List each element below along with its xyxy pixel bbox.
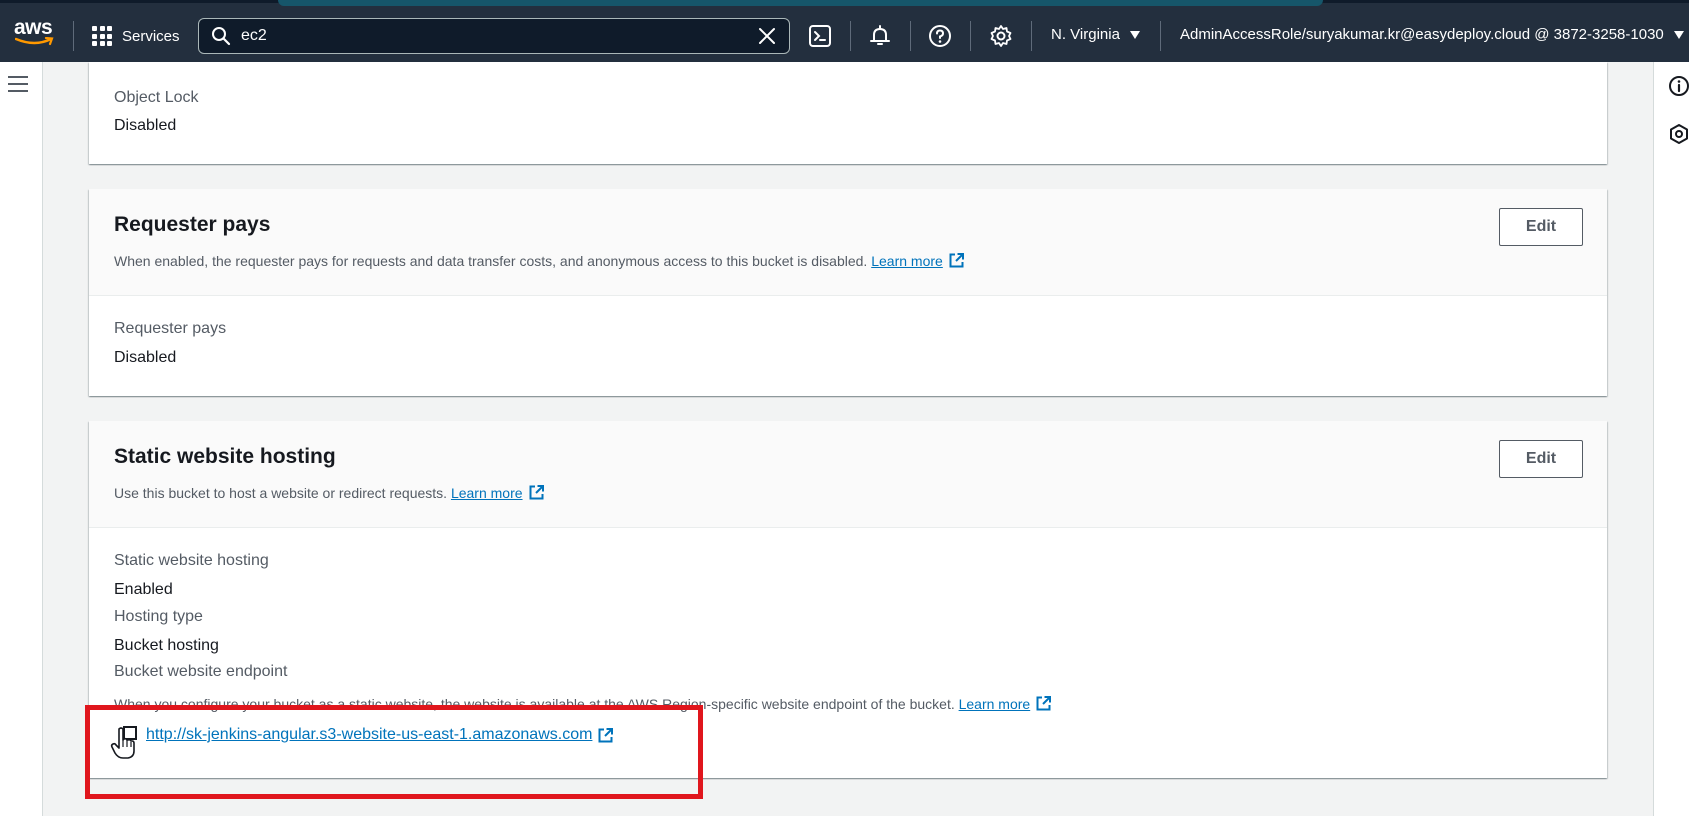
- nav-separator: [1031, 21, 1032, 51]
- feedback-icon[interactable]: [1668, 123, 1689, 145]
- bucket-endpoint-label: Bucket website endpoint: [114, 663, 288, 680]
- cloudshell-icon[interactable]: [808, 24, 832, 48]
- static-hosting-edit-button[interactable]: Edit: [1499, 440, 1583, 478]
- static-hosting-header: Static website hosting Use this bucket t…: [89, 421, 1607, 528]
- notifications-icon[interactable]: [868, 24, 892, 48]
- aws-logo-text: aws: [14, 16, 53, 39]
- external-link-icon: [598, 727, 614, 742]
- requester-pays-edit-button[interactable]: Edit: [1499, 208, 1583, 246]
- static-hosting-description: Use this bucket to host a website or red…: [114, 484, 545, 501]
- nav-separator: [910, 21, 911, 51]
- grid-icon: [92, 26, 112, 46]
- learn-more-label: Learn more: [450, 484, 523, 501]
- requester-pays-panel: Requester pays When enabled, the request…: [89, 189, 1607, 396]
- external-link-icon: [529, 485, 544, 500]
- hosting-type-label: Hosting type: [114, 608, 203, 625]
- nav-separator: [970, 21, 971, 51]
- aws-smile-icon: [15, 37, 54, 46]
- endpoint-learn-more-link[interactable]: Learn more: [959, 695, 1053, 712]
- nav-separator: [1160, 21, 1161, 51]
- learn-more-label: Learn more: [871, 252, 943, 269]
- bucket-endpoint-link[interactable]: http://sk-jenkins-angular.s3-website-us-…: [146, 726, 614, 744]
- help-icon[interactable]: [928, 24, 952, 48]
- requester-pays-header: Requester pays When enabled, the request…: [89, 189, 1607, 296]
- account-label: AdminAccessRole/suryakumar.kr@easydeploy…: [1180, 26, 1664, 43]
- hosting-type-value: Bucket hosting: [114, 637, 219, 654]
- object-lock-label: Object Lock: [114, 89, 199, 106]
- settings-icon[interactable]: [989, 24, 1013, 48]
- top-navigation: aws Services ec2 N. Virginia AdminAccess…: [0, 0, 1689, 62]
- bucket-endpoint-description-text: When you configure your bucket as a stat…: [114, 695, 955, 712]
- object-lock-value: Disabled: [114, 117, 177, 134]
- search-input[interactable]: [241, 27, 757, 45]
- requester-pays-field-value: Disabled: [114, 349, 177, 366]
- top-strip: [278, 0, 1323, 6]
- static-hosting-label: Static website hosting: [114, 552, 269, 569]
- requester-pays-title: Requester pays: [114, 213, 271, 236]
- static-hosting-description-text: Use this bucket to host a website or red…: [114, 484, 448, 501]
- clear-icon[interactable]: [757, 26, 777, 46]
- services-menu-button[interactable]: Services: [92, 23, 180, 49]
- search-bar: [198, 18, 790, 54]
- nav-separator: [73, 21, 74, 51]
- account-menu[interactable]: AdminAccessRole/suryakumar.kr@easydeploy…: [1180, 26, 1684, 43]
- bucket-endpoint-url: http://sk-jenkins-angular.s3-website-us-…: [146, 726, 593, 743]
- search-icon: [212, 27, 231, 46]
- right-tools-rail: [1653, 62, 1689, 816]
- requester-pays-learn-more-link[interactable]: Learn more: [871, 252, 965, 269]
- left-navigation-rail: [0, 62, 43, 816]
- region-selector[interactable]: N. Virginia: [1051, 26, 1140, 43]
- static-website-hosting-panel: Static website hosting Use this bucket t…: [89, 421, 1607, 778]
- external-link-icon: [1036, 696, 1052, 711]
- caret-down-icon: [1673, 30, 1684, 39]
- static-hosting-learn-more-link[interactable]: Learn more: [451, 484, 545, 501]
- copy-icon[interactable]: [118, 725, 138, 745]
- static-hosting-value: Enabled: [114, 581, 173, 598]
- services-label: Services: [122, 27, 180, 45]
- requester-pays-description-text: When enabled, the requester pays for req…: [114, 252, 868, 269]
- learn-more-label: Learn more: [958, 695, 1031, 712]
- region-label: N. Virginia: [1051, 26, 1120, 43]
- bucket-endpoint-row: http://sk-jenkins-angular.s3-website-us-…: [118, 725, 614, 745]
- menu-icon[interactable]: [8, 76, 28, 94]
- requester-pays-field-label: Requester pays: [114, 320, 227, 337]
- info-icon[interactable]: [1668, 75, 1689, 97]
- caret-down-icon: [1129, 30, 1140, 39]
- external-link-icon: [949, 253, 964, 268]
- aws-logo[interactable]: aws: [14, 16, 56, 48]
- bucket-endpoint-description: When you configure your bucket as a stat…: [114, 695, 1052, 712]
- object-lock-panel: Object Lock Disabled: [89, 62, 1607, 164]
- requester-pays-description: When enabled, the requester pays for req…: [114, 252, 965, 269]
- static-hosting-title: Static website hosting: [114, 445, 336, 468]
- nav-separator: [850, 21, 851, 51]
